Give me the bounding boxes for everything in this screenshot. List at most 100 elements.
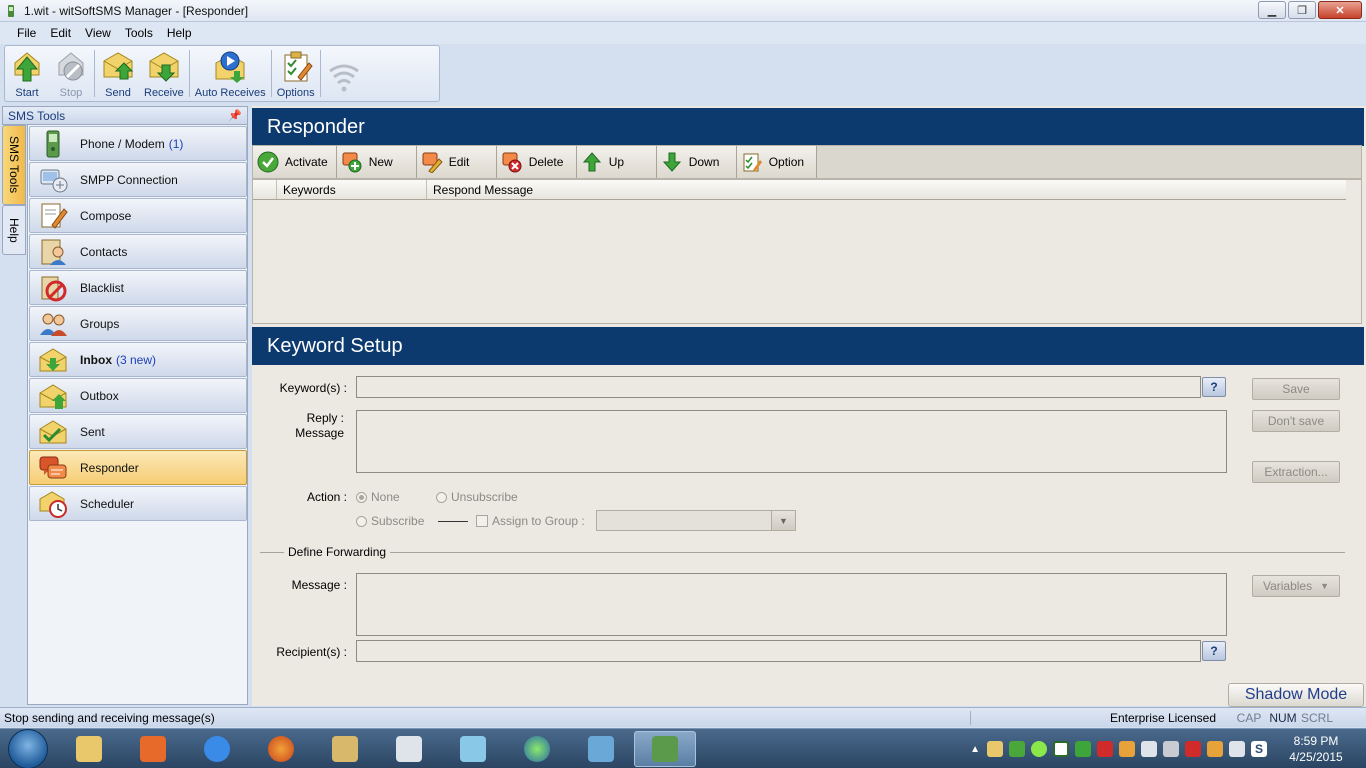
start-icon — [14, 52, 40, 82]
toolbar-separator — [94, 50, 95, 97]
sidebar-item-label: Sent — [80, 424, 105, 439]
start-button[interactable]: Start — [5, 46, 49, 101]
action-subscribe-radio[interactable]: Subscribe — [356, 514, 424, 528]
show-hidden-icons-icon[interactable]: ▲ — [970, 744, 980, 755]
pin-icon[interactable]: 📌 — [228, 109, 242, 122]
sidebar-item-sent[interactable]: Sent — [29, 414, 247, 449]
sidebar-header: SMS Tools 📌 — [2, 106, 248, 125]
bluetooth-icon[interactable] — [1141, 741, 1157, 757]
taskbar-internet-explorer[interactable] — [186, 731, 248, 767]
menu-edit[interactable]: Edit — [43, 26, 78, 40]
power-icon[interactable] — [1207, 741, 1223, 757]
keywords-help-button[interactable]: ? — [1202, 377, 1226, 397]
auto-receives-button[interactable]: Auto Receives — [191, 46, 270, 101]
radio-icon — [356, 515, 367, 527]
responder-table[interactable]: Keywords Respond Message — [252, 179, 1362, 324]
sidebar-item-inbox[interactable]: Inbox (3 new) — [29, 342, 247, 377]
up-button[interactable]: Up — [576, 146, 657, 178]
outbox-icon — [39, 383, 67, 409]
dont-save-button[interactable]: Don't save — [1252, 410, 1340, 432]
taskbar-witsoftsms[interactable] — [634, 730, 696, 767]
stop-button[interactable]: Stop — [49, 46, 93, 101]
options-button[interactable]: Options — [273, 46, 319, 101]
sidebar-item-blacklist[interactable]: Blacklist — [29, 270, 247, 305]
tray-shield-icon[interactable] — [1097, 741, 1113, 757]
taskbar-explorer[interactable] — [58, 731, 120, 767]
taskbar-notepad[interactable] — [314, 731, 376, 767]
send-label: Send — [105, 87, 131, 99]
menu-tools[interactable]: Tools — [118, 26, 160, 40]
sidebar-header-title: SMS Tools — [8, 108, 66, 123]
sidebar-item-smpp-connection[interactable]: SMPP Connection — [29, 162, 247, 197]
save-button[interactable]: Save — [1252, 378, 1340, 400]
menu-help[interactable]: Help — [160, 26, 199, 40]
menu-view[interactable]: View — [78, 26, 118, 40]
activate-button[interactable]: Activate — [253, 146, 337, 178]
system-clock[interactable]: 8:59 PM 4/25/2015 — [1276, 733, 1356, 765]
recipients-input[interactable] — [356, 640, 1201, 662]
taskbar-firefox[interactable] — [250, 731, 312, 767]
assign-group-checkbox[interactable]: Assign to Group : — [476, 514, 585, 528]
skype-icon[interactable]: S — [1251, 741, 1267, 757]
main-content: Responder Activate New Edit Delete Up Do… — [252, 106, 1366, 707]
taskbar-media-player[interactable] — [122, 731, 184, 767]
keywords-input[interactable] — [356, 376, 1201, 398]
taskbar-globe[interactable] — [506, 731, 568, 767]
minimize-button[interactable]: ▁ — [1258, 1, 1286, 19]
down-button[interactable]: Down — [656, 146, 737, 178]
taskbar-image-viewer[interactable] — [570, 731, 632, 767]
recipients-help-button[interactable]: ? — [1202, 641, 1226, 661]
new-button[interactable]: New — [336, 146, 417, 178]
tray-network-icon[interactable] — [1009, 741, 1025, 757]
column-keywords[interactable]: Keywords — [277, 180, 427, 199]
reply-message-textarea[interactable] — [356, 410, 1227, 473]
license-status: Enterprise Licensed — [970, 710, 1232, 725]
sidebar-item-responder[interactable]: Responder — [29, 450, 247, 485]
taskbar-app[interactable] — [378, 731, 440, 767]
extraction-button[interactable]: Extraction... — [1252, 461, 1340, 483]
app-icon — [460, 735, 486, 762]
activate-label: Activate — [285, 155, 328, 169]
action-unsubscribe-radio[interactable]: Unsubscribe — [436, 490, 518, 504]
tray-update-icon[interactable] — [1075, 741, 1091, 757]
tab-help[interactable]: Help — [2, 205, 26, 255]
scheduler-icon — [39, 490, 67, 518]
sidebar-item-compose[interactable]: Compose — [29, 198, 247, 233]
send-button[interactable]: Send — [96, 46, 140, 101]
group-select[interactable]: ▼ — [596, 510, 796, 531]
column-respond-message[interactable]: Respond Message — [427, 180, 1346, 199]
sidebar-item-scheduler[interactable]: Scheduler — [29, 486, 247, 521]
tray-status-icon[interactable] — [1031, 741, 1047, 757]
tray-tools-icon[interactable] — [987, 741, 1003, 757]
sidebar-item-groups[interactable]: Groups — [29, 306, 247, 341]
variables-button[interactable]: Variables ▼ — [1252, 575, 1340, 597]
tray-device-icon[interactable] — [1163, 741, 1179, 757]
forward-message-textarea[interactable] — [356, 573, 1227, 636]
sidebar-item-outbox[interactable]: Outbox — [29, 378, 247, 413]
keyword-setup-header: Keyword Setup — [252, 327, 1364, 365]
clock-date: 4/25/2015 — [1289, 750, 1343, 764]
delete-button[interactable]: Delete — [496, 146, 577, 178]
menu-file[interactable]: File — [10, 26, 43, 40]
toolbar-separator — [188, 50, 190, 97]
volume-icon[interactable] — [1229, 741, 1245, 757]
edit-button[interactable]: Edit — [416, 146, 497, 178]
tab-sms-tools-label: SMS Tools — [7, 136, 21, 194]
taskbar-app-2[interactable] — [442, 731, 504, 767]
tray-check-icon[interactable] — [1053, 741, 1069, 757]
windows-start-button[interactable] — [8, 728, 48, 768]
tray-audio-icon[interactable] — [1119, 741, 1135, 757]
sidebar-item-phone-modem[interactable]: Phone / Modem (1) — [29, 126, 247, 161]
maximize-button[interactable]: ❐ — [1288, 1, 1316, 19]
image-icon — [588, 735, 614, 762]
close-button[interactable]: ✕ — [1318, 1, 1362, 19]
sidebar-item-contacts[interactable]: Contacts — [29, 234, 247, 269]
receive-button[interactable]: Receive — [140, 46, 188, 101]
action-none-radio[interactable]: None — [356, 490, 400, 504]
taskbar: ▲ S 8:59 PM 4/25/2015 — [0, 728, 1366, 768]
option-button[interactable]: Option — [736, 146, 817, 178]
tray-alert-icon[interactable] — [1185, 741, 1201, 757]
shadow-mode-button[interactable]: Shadow Mode — [1228, 683, 1364, 707]
chevron-down-icon[interactable]: ▼ — [771, 511, 795, 530]
tab-sms-tools[interactable]: SMS Tools — [2, 125, 26, 205]
